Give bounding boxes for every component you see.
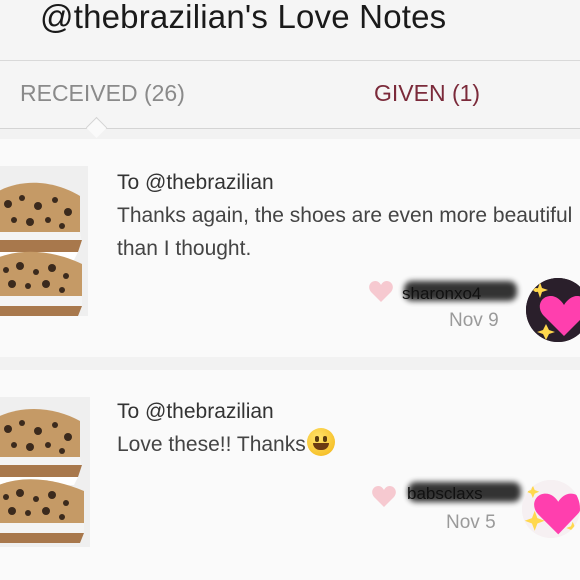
sparkling-heart-avatar [526,278,580,342]
tab-bar: RECEIVED (26) GIVEN (1) [0,61,580,129]
sender-avatar[interactable] [522,480,580,538]
sender-avatar[interactable] [526,278,580,342]
heart-icon[interactable] [368,280,394,304]
leopard-shoes-image [0,397,90,547]
note-date: Nov 5 [446,512,496,533]
tab-given[interactable]: GIVEN (1) [374,80,480,107]
sender-username[interactable]: babsclaxs [407,484,483,504]
heart-icon[interactable] [371,485,397,509]
page-title: @thebrazilian's Love Notes [40,0,447,35]
note-message: Thanks again, the shoes are even more be… [117,204,573,260]
leopard-shoes-image [0,166,88,316]
shoe-thumbnail[interactable] [0,397,90,547]
note-date: Nov 9 [449,310,499,331]
note-message: Love these!! Thanks [117,433,306,456]
app-header: @thebrazilian's Love Notes [0,0,580,61]
shoe-thumbnail[interactable] [0,166,88,316]
sender-username[interactable]: sharonxo4 [402,284,481,304]
love-note-card: To @thebrazilian Love these!! Thanks bab… [0,370,580,580]
sparkling-heart-avatar [522,480,580,538]
note-recipient: To @thebrazilian [117,171,274,194]
note-message-row: Love these!! Thanks [117,428,577,461]
tab-received[interactable]: RECEIVED (26) [20,80,185,107]
note-recipient: To @thebrazilian [117,400,274,423]
love-note-card: To @thebrazilian Thanks again, the shoes… [0,139,580,357]
grinning-emoji-icon [306,428,335,456]
